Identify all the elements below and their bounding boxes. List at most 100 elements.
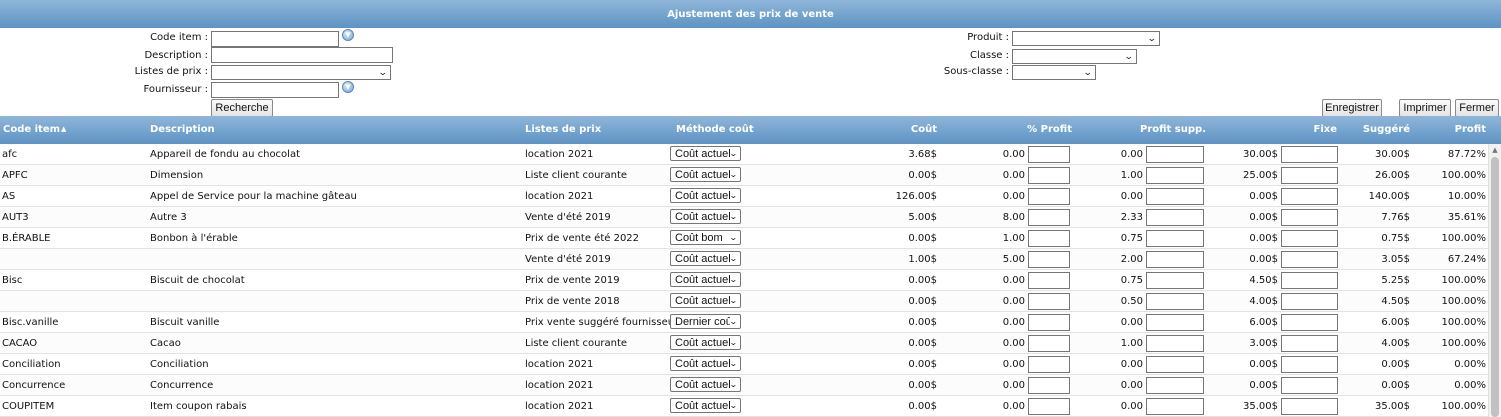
col-header-profit[interactable]: Profit: [1420, 124, 1486, 135]
profit-pct-input[interactable]: [1028, 251, 1070, 268]
profit-supp-input[interactable]: [1146, 377, 1204, 394]
code-item-label: Code item :: [150, 32, 208, 43]
imprimer-button[interactable]: Imprimer: [1399, 99, 1451, 117]
code-item-lookup-icon[interactable]: ▼: [342, 29, 354, 41]
cell-code-item: Bisc.vanille: [2, 317, 59, 328]
methode-cout-value: Coût actuel: [675, 210, 731, 223]
profit-supp-input[interactable]: [1146, 398, 1204, 415]
cell-suggere: 0.00$: [1381, 380, 1410, 391]
fixe-input[interactable]: [1281, 356, 1338, 373]
chevron-down-icon: ⌄: [729, 317, 739, 326]
fixe-input[interactable]: [1281, 314, 1338, 331]
table-row: afc Appareil de fondu au chocolat locati…: [0, 144, 1488, 165]
col-header-profit-pct[interactable]: % Profit: [1000, 124, 1072, 135]
methode-cout-select[interactable]: Coût actuel ⌄: [670, 167, 741, 182]
methode-cout-select[interactable]: Dernier coût ⌄: [670, 314, 741, 329]
cell-suggere: 35.00$: [1375, 401, 1410, 412]
profit-pct-input[interactable]: [1028, 188, 1070, 205]
profit-supp-input[interactable]: [1146, 167, 1204, 184]
classe-label: Classe :: [969, 50, 1009, 61]
fixe-input[interactable]: [1281, 167, 1338, 184]
fixe-input[interactable]: [1281, 335, 1338, 352]
fixe-input[interactable]: [1281, 146, 1338, 163]
profit-pct-input[interactable]: [1028, 293, 1070, 310]
profit-pct-input[interactable]: [1028, 356, 1070, 373]
methode-cout-value: Coût actuel: [675, 294, 731, 307]
table-scrollbar[interactable]: ▲: [1488, 144, 1501, 417]
profit-pct-input[interactable]: [1028, 377, 1070, 394]
recherche-button[interactable]: Recherche: [211, 99, 273, 117]
methode-cout-select[interactable]: Coût actuel ⌄: [670, 335, 741, 350]
description-input[interactable]: [211, 47, 393, 63]
methode-cout-select[interactable]: Coût actuel ⌄: [670, 209, 741, 224]
profit-pct-input[interactable]: [1028, 272, 1070, 289]
fermer-button[interactable]: Fermer: [1455, 99, 1499, 117]
cell-description: Autre 3: [150, 212, 187, 223]
code-item-input[interactable]: [211, 31, 339, 47]
profit-pct-input[interactable]: [1028, 167, 1070, 184]
profit-pct-input[interactable]: [1028, 335, 1070, 352]
sous-classe-label: Sous-classe :: [943, 66, 1009, 77]
methode-cout-select[interactable]: Coût actuel ⌄: [670, 188, 741, 203]
profit-pct-input[interactable]: [1028, 230, 1070, 247]
table-row: Prix de vente 2018 Coût actuel ⌄ 0.00$ 0…: [0, 291, 1488, 312]
methode-cout-select[interactable]: Coût actuel ⌄: [670, 377, 741, 392]
fixe-input[interactable]: [1281, 272, 1338, 289]
fixe-input[interactable]: [1281, 398, 1338, 415]
scroll-up-arrow-icon[interactable]: ▲: [1489, 144, 1501, 156]
profit-supp-input[interactable]: [1146, 293, 1204, 310]
col-header-cout[interactable]: Coût: [870, 124, 937, 135]
profit-supp-input[interactable]: [1146, 335, 1204, 352]
cell-description: Biscuit de chocolat: [150, 275, 245, 286]
cell-profit-pct: 1.00: [1002, 233, 1025, 244]
methode-cout-select[interactable]: Coût actuel ⌄: [670, 146, 741, 161]
profit-pct-input[interactable]: [1028, 146, 1070, 163]
col-header-methode-cout[interactable]: Méthode coût: [676, 124, 754, 135]
fournisseur-input[interactable]: [211, 82, 339, 98]
cell-fixe: 0.00$: [1249, 359, 1278, 370]
cell-fixe: 0.00$: [1249, 212, 1278, 223]
col-header-fixe[interactable]: Fixe: [1280, 124, 1338, 135]
scrollbar-thumb[interactable]: [1491, 157, 1499, 417]
enregistrer-button[interactable]: Enregistrer: [1322, 99, 1382, 117]
profit-supp-input[interactable]: [1146, 230, 1204, 247]
col-header-profit-supp[interactable]: Profit supp.: [1120, 124, 1206, 135]
methode-cout-select[interactable]: Coût actuel ⌄: [670, 398, 741, 413]
cell-liste-prix: Liste client courante: [525, 338, 628, 349]
fixe-input[interactable]: [1281, 209, 1338, 226]
fixe-input[interactable]: [1281, 230, 1338, 247]
fixe-input[interactable]: [1281, 188, 1338, 205]
profit-pct-input[interactable]: [1028, 398, 1070, 415]
methode-cout-select[interactable]: Coût actuel ⌄: [670, 293, 741, 308]
methode-cout-select[interactable]: Coût bom ⌄: [670, 230, 741, 245]
profit-supp-input[interactable]: [1146, 272, 1204, 289]
profit-supp-input[interactable]: [1146, 188, 1204, 205]
classe-select[interactable]: ⌄: [1012, 49, 1137, 64]
cell-liste-prix: Liste client courante: [525, 170, 628, 181]
fixe-input[interactable]: [1281, 293, 1338, 310]
cell-profit-pct: 0.00: [1002, 149, 1025, 160]
col-header-listes-prix[interactable]: Listes de prix: [525, 124, 601, 135]
fixe-input[interactable]: [1281, 377, 1338, 394]
profit-supp-input[interactable]: [1146, 251, 1204, 268]
col-header-suggere[interactable]: Suggéré: [1345, 124, 1410, 135]
fournisseur-lookup-icon[interactable]: ▼: [342, 81, 354, 93]
profit-pct-input[interactable]: [1028, 314, 1070, 331]
methode-cout-select[interactable]: Coût actuel ⌄: [670, 251, 741, 266]
col-header-code-item[interactable]: Code item▲: [3, 124, 66, 135]
produit-select[interactable]: ⌄: [1012, 31, 1160, 46]
profit-supp-input[interactable]: [1146, 356, 1204, 373]
profit-pct-input[interactable]: [1028, 209, 1070, 226]
chevron-down-icon: ⌄: [729, 359, 739, 368]
cell-code-item: Concurrence: [2, 380, 66, 391]
fixe-input[interactable]: [1281, 251, 1338, 268]
col-header-description[interactable]: Description: [150, 124, 215, 135]
profit-supp-input[interactable]: [1146, 146, 1204, 163]
sous-classe-select[interactable]: ⌄: [1012, 65, 1096, 80]
profit-supp-input[interactable]: [1146, 209, 1204, 226]
cell-description: Appareil de fondu au chocolat: [150, 149, 301, 160]
listes-prix-select[interactable]: ⌄: [211, 65, 391, 80]
methode-cout-select[interactable]: Coût actuel ⌄: [670, 356, 741, 371]
methode-cout-select[interactable]: Coût actuel ⌄: [670, 272, 741, 287]
profit-supp-input[interactable]: [1146, 314, 1204, 331]
